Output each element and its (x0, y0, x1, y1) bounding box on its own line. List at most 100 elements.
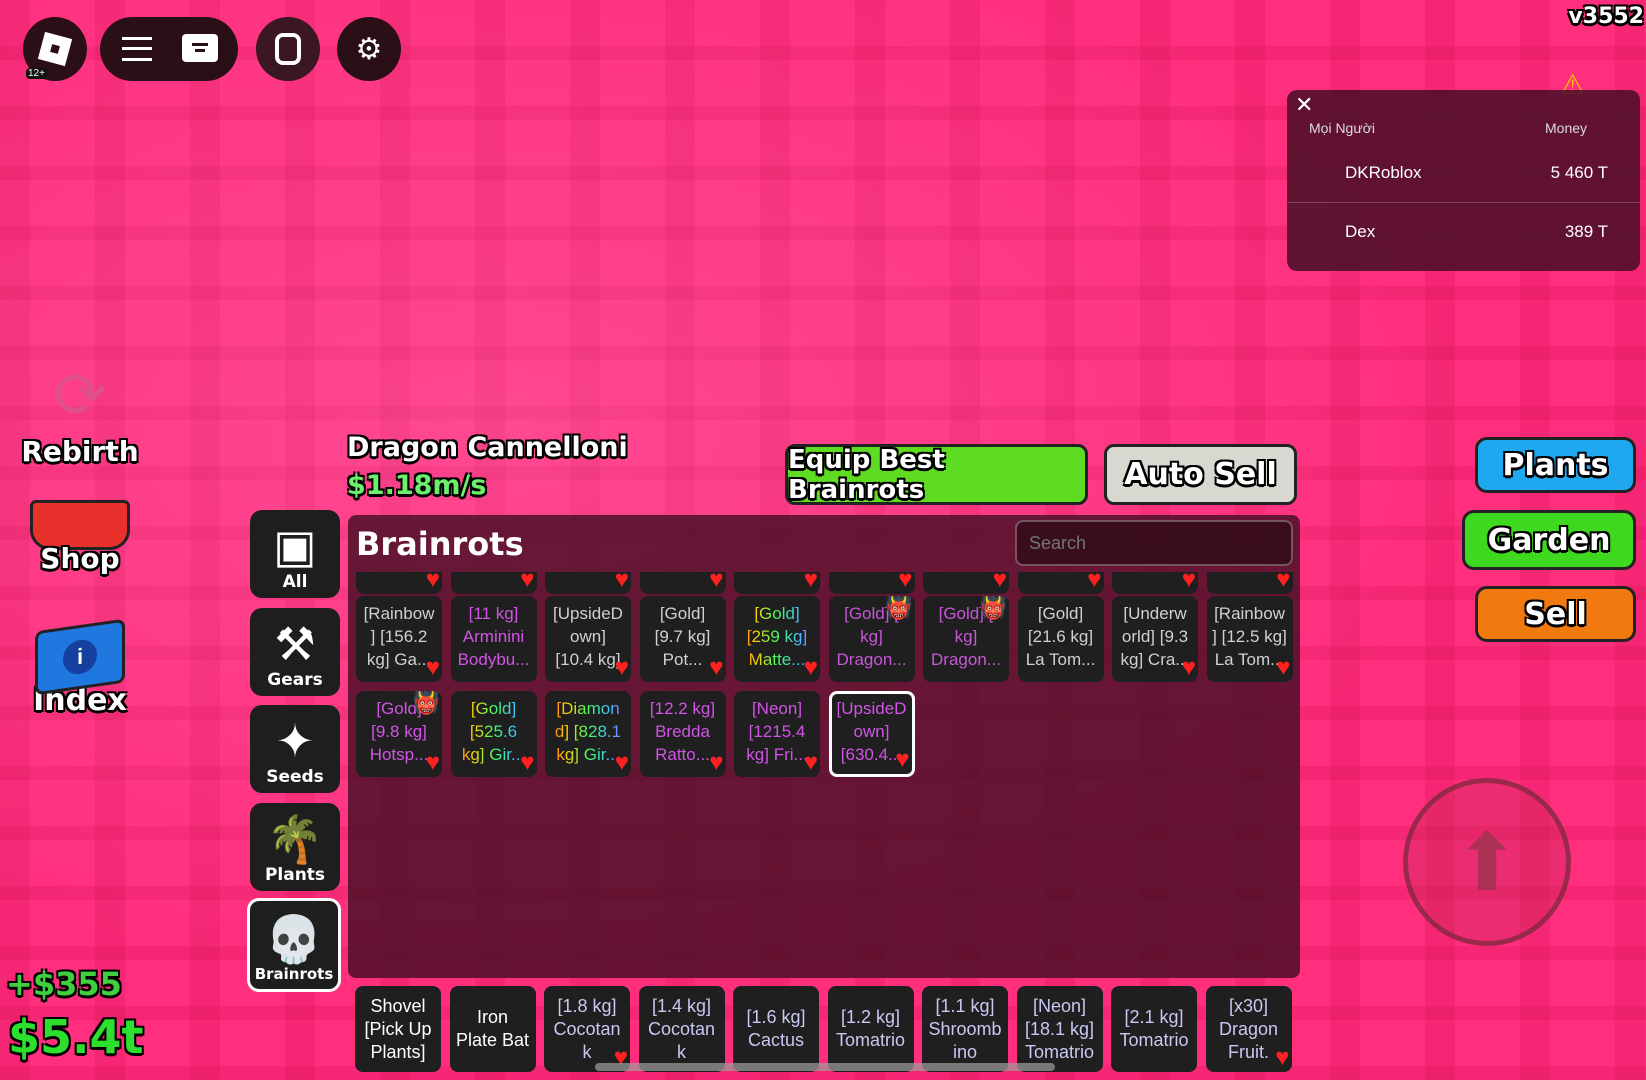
tab-plants[interactable]: 🌴 Plants (250, 803, 340, 891)
inventory-slot[interactable]: ♥ (639, 572, 726, 594)
favorite-heart-icon[interactable]: ♥ (1276, 572, 1290, 592)
favorite-heart-icon[interactable]: ♥ (898, 572, 912, 592)
shop-label: Shop (40, 542, 120, 575)
favorite-heart-icon[interactable]: ♥ (1276, 656, 1290, 680)
search-input[interactable] (1015, 520, 1293, 566)
inventory-slot[interactable]: ♥ (450, 572, 537, 594)
rebirth-button[interactable]: ⟳ Rebirth (20, 355, 140, 470)
slot-text: [1.6 kg] (746, 1007, 806, 1027)
inventory-slot[interactable]: ♥ (545, 572, 631, 594)
backpack-button[interactable] (256, 17, 320, 81)
hotbar-slot[interactable]: [1.4 kg] Cocotan k (638, 986, 725, 1072)
favorite-heart-icon[interactable]: ♥ (1087, 572, 1101, 592)
plants-button[interactable]: Plants (1475, 437, 1636, 493)
settings-button[interactable]: ⚙ (337, 17, 401, 81)
inventory-slot[interactable]: [Diamon d] [828.1 kg] Gir... ♥ (545, 690, 631, 777)
slot-text: [18.1 kg] (1024, 1018, 1095, 1039)
favorite-heart-icon[interactable]: ♥ (804, 572, 818, 592)
favorite-heart-icon[interactable]: ♥ (895, 747, 909, 772)
inventory-slot[interactable]: ♥ (1206, 572, 1293, 594)
favorite-heart-icon[interactable]: ♥ (993, 572, 1007, 592)
inventory-slot[interactable]: ♥ (1112, 572, 1198, 594)
inventory-slot[interactable]: ♥ (1017, 572, 1104, 594)
inventory-slot[interactable]: [Neon] [1215.4 kg] Fri... ♥ (734, 690, 820, 777)
inventory-slot[interactable]: [Gold] [kg] Dragon... 👹 (828, 596, 915, 682)
slot-text: [Gold] (659, 604, 706, 623)
favorite-heart-icon[interactable]: ♥ (615, 750, 629, 775)
index-book-icon: i (35, 618, 125, 696)
inventory-slot[interactable]: [Gold] [21.6 kg] La Tom... (1017, 596, 1104, 682)
chat-icon[interactable] (182, 34, 218, 62)
shop-button[interactable]: Shop (20, 490, 140, 605)
favorite-heart-icon[interactable]: ♥ (709, 572, 723, 592)
leaderboard-row[interactable]: Dex 389 T (1287, 204, 1640, 262)
inventory-slot[interactable]: [UpsideD own] [10.4 kg] ♥ (545, 596, 631, 682)
box-icon: ▣ (273, 519, 317, 573)
hotbar-slot[interactable]: Iron Plate Bat (449, 986, 536, 1072)
inventory-slot[interactable]: ♥ (828, 572, 915, 594)
inventory-slot[interactable]: [UpsideD own] [630.4... ♥ (828, 690, 915, 777)
hotbar-slot[interactable]: [x30] Dragon Fruit. ♥ (1205, 986, 1292, 1072)
favorite-heart-icon[interactable]: ♥ (1275, 1046, 1289, 1070)
favorite-heart-icon[interactable]: ♥ (520, 572, 534, 592)
tab-brainrots[interactable]: 💀 Brainrots (247, 898, 341, 992)
inventory-slot[interactable]: [Gold] [259 kg] Matte... ♥ (734, 596, 820, 682)
favorite-heart-icon[interactable]: ♥ (426, 750, 440, 775)
equip-best-button[interactable]: Equip Best Brainrots (785, 444, 1088, 505)
slot-text: [259 kg] (734, 625, 820, 648)
inventory-grid[interactable]: ♥ ♥ ♥ ♥ ♥ ♥ ♥ ♥ ♥ ♥ [Rainbow] [156.2 kg] Ga... ♥ [11 … (348, 572, 1300, 972)
inventory-slot[interactable]: ♥ (923, 572, 1009, 594)
favorite-heart-icon[interactable]: ♥ (709, 656, 723, 680)
favorite-heart-icon[interactable]: ♥ (709, 750, 723, 775)
inventory-slot[interactable]: [Rainbow] [12.5 kg] La Tom... ♥ (1206, 596, 1293, 682)
favorite-heart-icon[interactable]: ♥ (1182, 656, 1196, 680)
menu-chat-pill (100, 17, 238, 81)
roblox-menu-button[interactable]: 12+ (23, 17, 87, 81)
hotbar-slot[interactable]: Shovel [Pick Up Plants] (355, 986, 441, 1072)
jump-button[interactable]: ⬆ (1403, 778, 1571, 946)
hotbar-slot[interactable]: [1.6 kg] Cactus (733, 986, 819, 1072)
inventory-slot[interactable]: [12.2 kg] Bredda Ratto... ♥ (639, 690, 726, 777)
tab-seeds[interactable]: ✦ Seeds (250, 705, 340, 793)
tab-all[interactable]: ▣ All (250, 510, 340, 598)
favorite-heart-icon[interactable]: ♥ (804, 656, 818, 680)
favorite-heart-icon[interactable]: ♥ (615, 572, 629, 592)
hotbar-slot[interactable]: [1.1 kg] Shroomb ino (922, 986, 1008, 1072)
hotbar-slot[interactable]: [1.2 kg] Tomatrio (827, 986, 914, 1072)
inventory-slot[interactable]: [Rainbow] [156.2 kg] Ga... ♥ (356, 596, 442, 682)
inventory-slot[interactable]: [Gold] [525.6 kg] Gir... ♥ (450, 690, 537, 777)
favorite-heart-icon[interactable]: ♥ (615, 656, 629, 680)
favorite-heart-icon[interactable]: ♥ (426, 572, 440, 592)
sell-button[interactable]: Sell (1475, 586, 1636, 642)
auto-sell-button[interactable]: Auto Sell (1104, 444, 1297, 505)
inventory-slot[interactable]: [Gold] [9.7 kg] Pot... ♥ (639, 596, 726, 682)
inventory-slot[interactable]: [Gold] [9.8 kg] Hotsp... 👹 ♥ (356, 690, 442, 777)
favorite-heart-icon[interactable]: ♥ (804, 750, 818, 775)
tab-gears[interactable]: ⚒ Gears (250, 608, 340, 696)
favorite-heart-icon[interactable]: ♥ (1182, 572, 1196, 592)
favorite-heart-icon[interactable]: ♥ (426, 656, 440, 680)
inventory-slot[interactable]: [Underw orld] [9.3 kg] Cra... ♥ (1112, 596, 1198, 682)
hamburger-menu-icon[interactable] (122, 37, 152, 61)
inventory-slot[interactable]: [11 kg] Arminini Bodybu... (450, 596, 537, 682)
close-icon[interactable]: ✕ (1295, 92, 1313, 118)
slot-text: Tomatrio (1024, 1041, 1095, 1062)
index-button[interactable]: i Index (20, 618, 140, 735)
tab-label: Gears (267, 670, 323, 690)
leaderboard-row[interactable]: DKRoblox 5 460 T (1287, 145, 1640, 203)
selected-brainrot-name: Dragon Cannelloni (347, 432, 628, 463)
inventory-slot[interactable]: ♥ (734, 572, 820, 594)
slot-text: [9.7 kg] (654, 627, 711, 646)
hotbar-slot[interactable]: [2.1 kg] Tomatrio (1111, 986, 1197, 1072)
garden-button[interactable]: Garden (1462, 510, 1636, 570)
inventory-slot[interactable]: [Gold] [kg] Dragon... 👹 (923, 596, 1009, 682)
slot-text: Dragon (1218, 1018, 1279, 1039)
hotbar-slot[interactable]: [Neon] [18.1 kg] Tomatrio (1016, 986, 1103, 1072)
slot-text: Cocotan (553, 1018, 621, 1039)
favorite-heart-icon[interactable]: ♥ (520, 750, 534, 775)
inventory-slot[interactable]: ♥ (356, 572, 442, 594)
hotbar-scrollbar[interactable] (595, 1063, 1055, 1071)
hotbar-slot[interactable]: [1.8 kg] Cocotan k ♥ (544, 986, 630, 1072)
slot-text: Cocotan (647, 1018, 716, 1039)
slot-text: Tomatrio (835, 1030, 906, 1050)
